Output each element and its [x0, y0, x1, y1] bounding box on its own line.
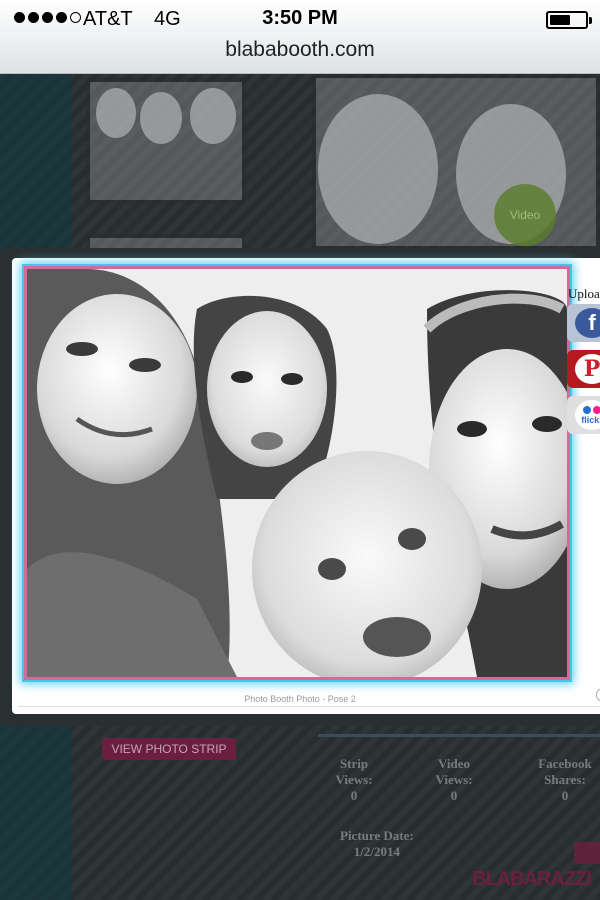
status-bar: AT&T 4G 3:50 PM [0, 6, 600, 34]
upload-label: Upload [568, 286, 600, 301]
picture-date-label: Picture Date: [340, 828, 414, 843]
clock: 3:50 PM [262, 7, 338, 29]
flickr-share-button[interactable]: flickr [567, 396, 600, 434]
pinterest-glyph: P [583, 356, 600, 382]
facebook-shares-stat: Facebook Shares: 0 [530, 756, 600, 804]
stat-label: Views: [335, 772, 373, 787]
thumbnail-face [190, 88, 236, 144]
facebook-glyph: f [588, 310, 596, 335]
stat-label: Views: [435, 772, 473, 787]
flickr-icon: flickr [575, 400, 600, 430]
stat-value: 0 [350, 788, 358, 803]
flickr-glyph: flickr [581, 414, 600, 425]
stat-label: Shares: [544, 772, 586, 787]
flickr-pink-dot [593, 405, 600, 414]
thumbnail-face [140, 92, 182, 144]
lightbox-panel: Photo Booth Photo - Pose 2 Upload f P fl… [12, 258, 600, 714]
view-photo-strip-button[interactable]: VIEW PHOTO STRIP [102, 738, 236, 760]
stat-label: Strip [339, 756, 369, 771]
divider [318, 734, 600, 737]
thumbnail-face [96, 88, 136, 138]
flickr-blue-dot [583, 405, 591, 414]
strip-views-stat: Strip Views: 0 [326, 756, 382, 804]
video-views-stat: Video Views: 0 [426, 756, 482, 804]
pinterest-share-button[interactable]: P [567, 350, 600, 388]
flickr-dots [583, 405, 600, 414]
facebook-icon: f [575, 308, 600, 338]
battery-icon [546, 11, 592, 29]
caption-divider [18, 706, 600, 707]
brand-logo: BLABARAZZI [472, 868, 592, 890]
photo-image [27, 269, 567, 677]
picture-date: Picture Date: 1/2/2014 [340, 828, 414, 860]
photo-caption: Photo Booth Photo - Pose 2 [244, 694, 356, 704]
stat-value: 0 [561, 788, 569, 803]
photo-lightbox: Photo Booth Photo - Pose 2 Upload f P fl… [0, 248, 600, 726]
preview-face [318, 94, 438, 244]
pinterest-icon: P [575, 354, 600, 384]
stat-label: Video [437, 756, 471, 771]
url-bar[interactable]: blababooth.com [0, 38, 600, 62]
stat-value: 0 [450, 788, 458, 803]
stat-label: Facebook [538, 756, 592, 771]
share-tab[interactable] [574, 842, 600, 864]
browser-chrome: AT&T 4G 3:50 PM blababooth.com [0, 0, 600, 74]
picture-date-value: 1/2/2014 [353, 844, 400, 859]
photo-booth-photo[interactable] [22, 264, 572, 682]
battery-fill [550, 15, 570, 25]
video-play-button[interactable]: Video [494, 184, 556, 246]
close-icon[interactable] [596, 688, 600, 702]
facebook-share-button[interactable]: f [567, 304, 600, 342]
